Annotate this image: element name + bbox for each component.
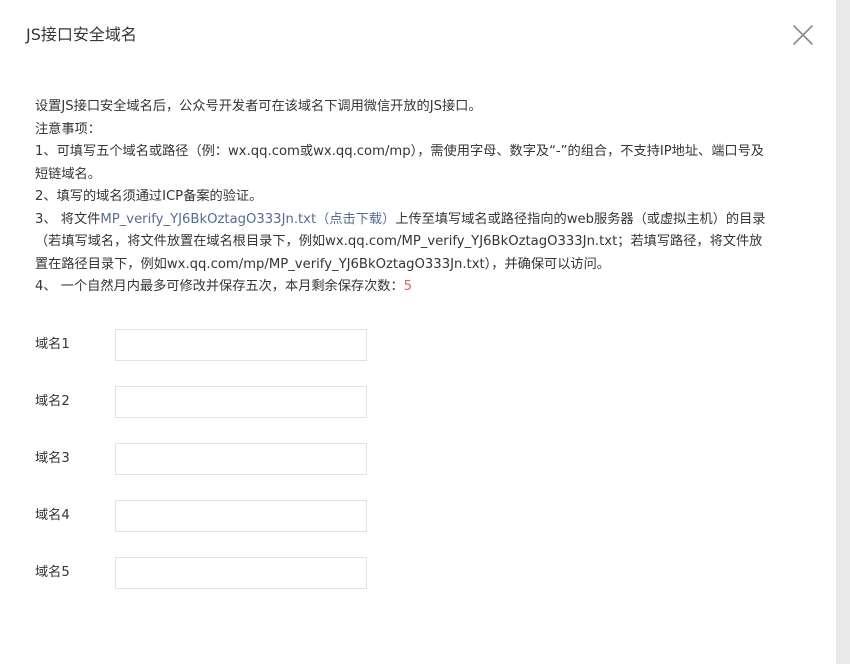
- domain-label-4: 域名4: [35, 508, 70, 523]
- note-1-line-2: 短链域名。: [35, 166, 101, 182]
- note-3-suffix: 上传至填写域名或路径指向的web服务器（或虚拟主机）的目录: [395, 211, 766, 227]
- description: 设置JS接口安全域名后，公众号开发者可在该域名下调用微信开放的JS接口。 注意事…: [35, 96, 825, 299]
- domain-label-2: 域名2: [35, 394, 70, 409]
- notes-title: 注意事项：: [35, 121, 101, 137]
- domain-input-3[interactable]: [115, 443, 367, 475]
- note-1-line-1: 1、可填写五个域名或路径（例：wx.qq.com或wx.qq.com/mp），需…: [35, 144, 764, 159]
- domain-label-5: 域名5: [35, 565, 70, 580]
- close-icon: [793, 25, 813, 45]
- domain-input-2[interactable]: [115, 386, 367, 418]
- close-button[interactable]: [790, 22, 816, 48]
- domain-input-4[interactable]: [115, 500, 367, 532]
- domain-input-1[interactable]: [115, 329, 367, 361]
- note-3-line-2: （若填写域名，将文件放置在域名根目录下，例如wx.qq.com/MP_verif…: [35, 234, 763, 249]
- note-3-prefix: 3、 将文件: [35, 211, 101, 227]
- dialog: JS接口安全域名 设置JS接口安全域名后，公众号开发者可在该域名下调用微信开放的…: [0, 0, 836, 664]
- dialog-title: JS接口安全域名: [26, 25, 137, 44]
- domain-input-5[interactable]: [115, 557, 367, 589]
- note-4: 4、 一个自然月内最多可修改并保存五次，本月剩余保存次数：5: [35, 276, 825, 299]
- note-4-prefix: 4、 一个自然月内最多可修改并保存五次，本月剩余保存次数：: [35, 279, 404, 294]
- page-scrollbar-track[interactable]: [836, 0, 850, 664]
- download-verify-file-link[interactable]: MP_verify_YJ6BkOztagO333Jn.txt（点击下载）: [100, 212, 395, 227]
- note-3-line-3: 置在路径目录下，例如wx.qq.com/mp/MP_verify_YJ6BkOz…: [35, 256, 610, 272]
- remaining-save-count: 5: [403, 279, 413, 294]
- note-3-line-1: 3、 将文件MP_verify_YJ6BkOztagO333Jn.txt（点击下…: [35, 209, 825, 232]
- domain-label-3: 域名3: [35, 451, 70, 466]
- domain-label-1: 域名1: [35, 337, 70, 352]
- intro-text: 设置JS接口安全域名后，公众号开发者可在该域名下调用微信开放的JS接口。: [35, 99, 482, 114]
- note-2: 2、填写的域名须通过ICP备案的验证。: [35, 189, 263, 204]
